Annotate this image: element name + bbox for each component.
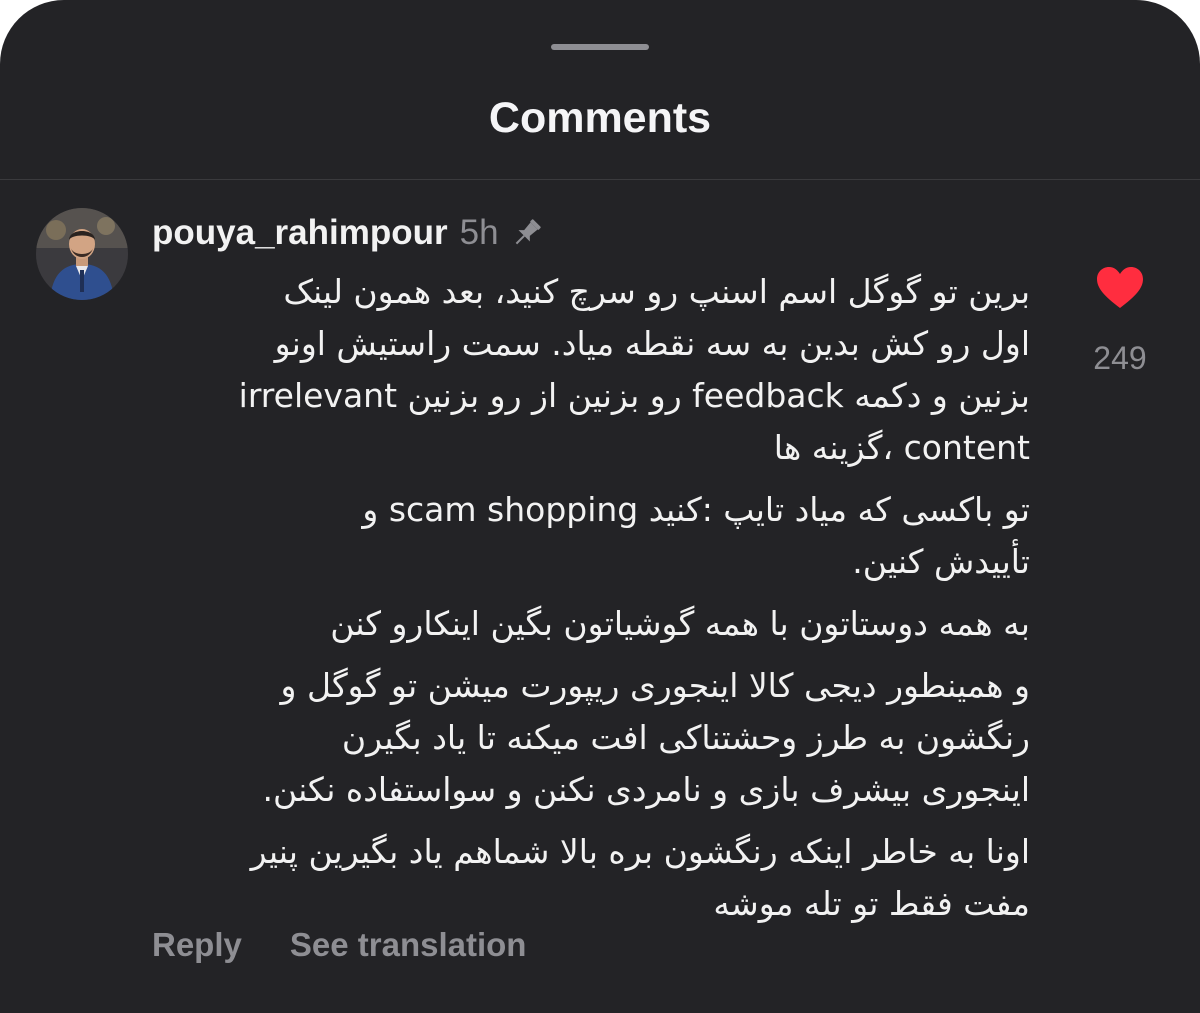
comment-username[interactable]: pouya_rahimpour xyxy=(152,213,448,253)
comment-paragraph: به همه دوستاتون با همه گوشیاتون بگین این… xyxy=(330,604,1030,643)
comment-paragraph: برین تو گوگل اسم اسنپ رو سرچ کنید، بعد ه… xyxy=(238,272,1030,467)
like-button[interactable] xyxy=(1094,262,1146,314)
pin-icon xyxy=(509,215,545,251)
comment-text: برین تو گوگل اسم اسنپ رو سرچ کنید، بعد ه… xyxy=(150,266,1030,940)
comment-actions: Reply See translation xyxy=(152,922,526,968)
comment-paragraph: اونا به خاطر اینکه رنگشون بره بالا شماهم… xyxy=(250,832,1030,923)
header-divider xyxy=(0,179,1200,180)
heart-icon xyxy=(1097,267,1143,308)
sheet-title: Comments xyxy=(488,94,712,142)
comment-paragraph: و همینطور دیجی کالا اینجوری ریپورت میشن … xyxy=(262,666,1030,809)
like-count: 249 xyxy=(1093,340,1147,376)
see-translation-button[interactable]: See translation xyxy=(290,922,527,968)
comment-time: 5h xyxy=(459,213,499,252)
comments-sheet: Comments pouya_rahimpour 5h برین تو گوگل… xyxy=(0,0,1200,1013)
avatar[interactable] xyxy=(36,208,128,300)
comment-paragraph: تو باکسی که میاد تایپ :کنید scam shoppin… xyxy=(362,490,1030,581)
sheet-grabber[interactable] xyxy=(551,44,649,50)
comment-header: pouya_rahimpour 5h xyxy=(152,208,545,258)
reply-button[interactable]: Reply xyxy=(152,922,242,968)
